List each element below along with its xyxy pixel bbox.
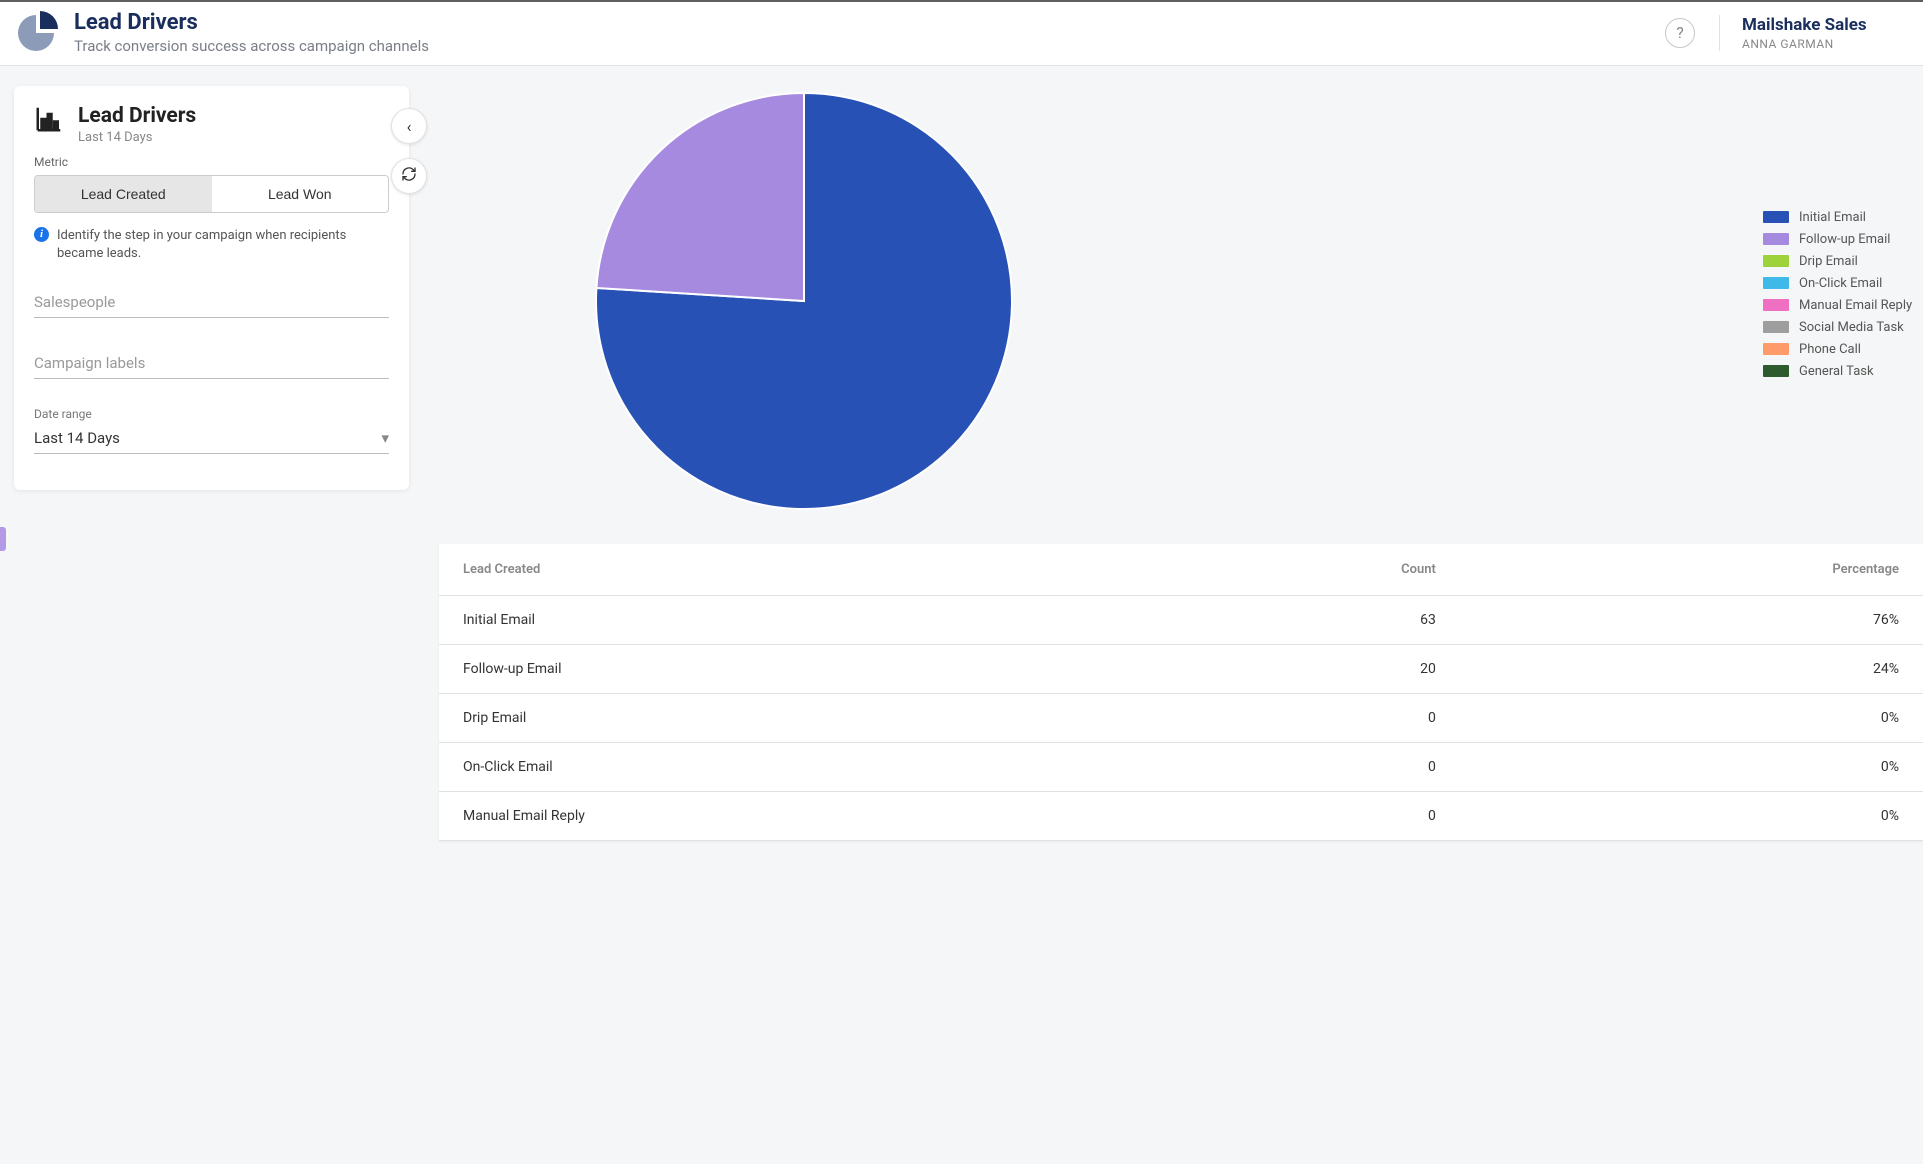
main-content: Initial EmailFollow-up EmailDrip EmailOn… <box>439 86 1923 841</box>
card-range: Last 14 Days <box>78 130 196 145</box>
legend-label: Initial Email <box>1799 210 1866 225</box>
sidebar-indicator <box>0 527 6 551</box>
salespeople-field[interactable]: Salespeople <box>34 285 389 318</box>
filter-card: ‹ <box>14 86 409 490</box>
col-label: Lead Created <box>439 544 1125 596</box>
cell-label: Drip Email <box>439 694 1125 743</box>
campaign-labels-field[interactable]: Campaign labels <box>34 346 389 379</box>
table-row: Initial Email6376% <box>439 596 1923 645</box>
legend-label: Drip Email <box>1799 254 1858 269</box>
info-icon: i <box>34 227 49 242</box>
table-row: Manual Email Reply00% <box>439 792 1923 841</box>
pie-chart-icon <box>16 11 60 55</box>
metric-tab-lead-won[interactable]: Lead Won <box>212 176 389 212</box>
cell-percentage: 0% <box>1460 694 1923 743</box>
date-range-field[interactable]: Last 14 Days ▾ <box>34 421 389 454</box>
account-company: Mailshake Sales <box>1742 15 1899 35</box>
legend-swatch <box>1763 299 1789 311</box>
table-header-row: Lead Created Count Percentage <box>439 544 1923 596</box>
refresh-button[interactable] <box>391 158 427 194</box>
bar-chart-icon <box>34 104 64 134</box>
legend-swatch <box>1763 277 1789 289</box>
cell-count: 0 <box>1125 694 1459 743</box>
legend-swatch <box>1763 365 1789 377</box>
back-button[interactable]: ‹ <box>391 108 427 144</box>
pie-chart <box>589 86 1019 516</box>
cell-percentage: 24% <box>1460 645 1923 694</box>
chevron-left-icon: ‹ <box>407 117 412 136</box>
account-user: ANNA GARMAN <box>1742 37 1899 51</box>
legend-swatch <box>1763 343 1789 355</box>
legend-item[interactable]: Drip Email <box>1763 250 1923 272</box>
legend-item[interactable]: Social Media Task <box>1763 316 1923 338</box>
help-button[interactable]: ? <box>1665 18 1695 48</box>
chevron-down-icon: ▾ <box>381 429 389 447</box>
legend-label: Follow-up Email <box>1799 232 1890 247</box>
chart-legend: Initial Email Follow-up Email Drip Email On… <box>1763 86 1923 382</box>
legend-item[interactable]: Manual Email Reply <box>1763 294 1923 316</box>
account-block[interactable]: Mailshake Sales ANNA GARMAN <box>1719 15 1899 51</box>
metric-hint-text: Identify the step in your campaign when … <box>57 227 389 263</box>
campaign-labels-placeholder: Campaign labels <box>34 354 145 372</box>
question-icon: ? <box>1676 23 1684 42</box>
salespeople-placeholder: Salespeople <box>34 293 115 311</box>
cell-label: Initial Email <box>439 596 1125 645</box>
table-row: On-Click Email00% <box>439 743 1923 792</box>
data-table: Lead Created Count Percentage Initial Em… <box>439 544 1923 841</box>
table-row: Drip Email00% <box>439 694 1923 743</box>
legend-item[interactable]: Follow-up Email <box>1763 228 1923 250</box>
card-title: Lead Drivers <box>78 104 196 128</box>
cell-percentage: 0% <box>1460 792 1923 841</box>
legend-swatch <box>1763 211 1789 223</box>
cell-count: 0 <box>1125 792 1459 841</box>
cell-percentage: 0% <box>1460 743 1923 792</box>
cell-label: Manual Email Reply <box>439 792 1125 841</box>
legend-label: General Task <box>1799 364 1874 379</box>
top-bar: Lead Drivers Track conversion success ac… <box>0 0 1923 66</box>
legend-item[interactable]: Initial Email <box>1763 206 1923 228</box>
cell-percentage: 76% <box>1460 596 1923 645</box>
legend-label: Manual Email Reply <box>1799 298 1912 313</box>
cell-label: Follow-up Email <box>439 645 1125 694</box>
metric-tab-lead-created[interactable]: Lead Created <box>35 176 212 212</box>
page-title: Lead Drivers <box>74 10 429 35</box>
cell-count: 63 <box>1125 596 1459 645</box>
legend-item[interactable]: General Task <box>1763 360 1923 382</box>
col-percentage: Percentage <box>1460 544 1923 596</box>
cell-count: 0 <box>1125 743 1459 792</box>
date-range-label: Date range <box>34 407 389 421</box>
legend-item[interactable]: On-Click Email <box>1763 272 1923 294</box>
metric-toggle: Lead Created Lead Won <box>34 175 389 213</box>
refresh-icon <box>401 166 417 186</box>
date-range-value: Last 14 Days <box>34 429 120 447</box>
metric-hint: i Identify the step in your campaign whe… <box>34 227 389 263</box>
legend-swatch <box>1763 255 1789 267</box>
legend-swatch <box>1763 233 1789 245</box>
legend-label: On-Click Email <box>1799 276 1882 291</box>
cell-count: 20 <box>1125 645 1459 694</box>
pie-slice[interactable] <box>596 93 804 301</box>
col-count: Count <box>1125 544 1459 596</box>
cell-label: On-Click Email <box>439 743 1125 792</box>
page-subtitle: Track conversion success across campaign… <box>74 37 429 55</box>
legend-item[interactable]: Phone Call <box>1763 338 1923 360</box>
legend-swatch <box>1763 321 1789 333</box>
table-row: Follow-up Email2024% <box>439 645 1923 694</box>
metric-label: Metric <box>34 155 389 169</box>
legend-label: Phone Call <box>1799 342 1861 357</box>
legend-label: Social Media Task <box>1799 320 1904 335</box>
